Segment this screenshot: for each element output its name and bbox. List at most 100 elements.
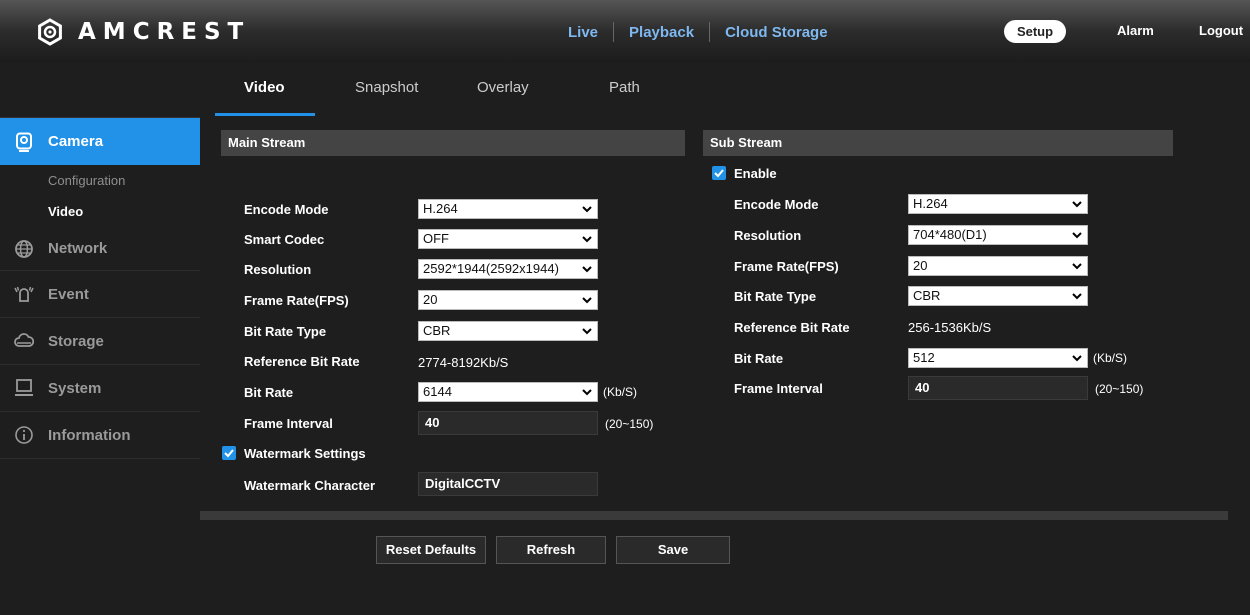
- camera-icon: [16, 132, 32, 152]
- system-monitor-icon: [15, 379, 33, 396]
- sub-resolution-label: Resolution: [734, 228, 802, 243]
- sidebar-item-network[interactable]: Network: [0, 227, 200, 271]
- watermark-character-input[interactable]: DigitalCCTV: [418, 472, 598, 496]
- sidebar-item-system[interactable]: System: [0, 365, 200, 412]
- chevron-down-icon: [1072, 232, 1082, 239]
- nav-playback[interactable]: Playback: [629, 24, 694, 41]
- sub-stream-enable-label: Enable: [734, 166, 777, 181]
- sub-stream-enable-checkbox[interactable]: [712, 166, 726, 180]
- tab-overlay[interactable]: Overlay: [477, 79, 529, 96]
- chevron-down-icon: [1072, 293, 1082, 300]
- sidebar-item-event[interactable]: Event: [0, 271, 200, 318]
- main-smart-codec-label: Smart Codec: [244, 232, 325, 247]
- main-resolution-label: Resolution: [244, 262, 312, 277]
- sub-frame-rate-select[interactable]: 20: [908, 256, 1088, 276]
- main-frame-interval-input[interactable]: 40: [418, 411, 598, 435]
- event-bell-icon: [14, 286, 34, 302]
- main-bit-rate-type-label: Bit Rate Type: [244, 324, 327, 339]
- logo-icon: [38, 18, 62, 46]
- sub-frame-interval-input[interactable]: 40: [908, 376, 1088, 400]
- top-bar: AMCREST Live Playback Cloud Storage Setu…: [0, 0, 1250, 62]
- alarm-link[interactable]: Alarm: [1117, 23, 1154, 38]
- watermark-character-label: Watermark Character: [244, 478, 376, 493]
- checkmark-icon: [714, 169, 724, 178]
- sub-encode-mode-label: Encode Mode: [734, 197, 819, 212]
- sub-frame-interval-label: Frame Interval: [734, 381, 823, 396]
- sidebar-item-label: System: [48, 379, 102, 397]
- sidebar-item-information[interactable]: Information: [0, 412, 200, 459]
- chevron-down-icon: [1072, 355, 1082, 362]
- chevron-down-icon: [582, 389, 592, 396]
- reset-defaults-button[interactable]: Reset Defaults: [376, 536, 486, 564]
- brand-name: AMCREST: [78, 19, 251, 45]
- sub-bit-rate-select[interactable]: 512: [908, 348, 1088, 368]
- select-value: OFF: [423, 231, 449, 246]
- main-stream-header: Main Stream: [221, 130, 685, 156]
- main-frame-rate-select[interactable]: 20: [418, 290, 598, 310]
- main-ref-bit-rate-label: Reference Bit Rate: [244, 354, 360, 369]
- sub-ref-bit-rate-label: Reference Bit Rate: [734, 320, 850, 335]
- information-icon: [15, 426, 33, 444]
- active-tab-indicator: [215, 113, 315, 116]
- sidebar-subitem-video[interactable]: Video: [0, 196, 200, 227]
- sidebar-item-label: Information: [48, 426, 131, 444]
- main-bit-rate-unit: (Kb/S): [603, 385, 638, 399]
- watermark-checkbox[interactable]: [222, 446, 236, 460]
- settings-panel: Video Snapshot Overlay Path Main Stream …: [200, 62, 1250, 615]
- tab-video[interactable]: Video: [244, 79, 285, 96]
- main-smart-codec-select[interactable]: OFF: [418, 229, 598, 249]
- tab-bar: Video Snapshot Overlay Path: [200, 62, 1250, 118]
- select-value: 6144: [423, 384, 452, 399]
- select-value: H.264: [423, 201, 458, 216]
- select-value: CBR: [913, 288, 941, 303]
- chevron-down-icon: [582, 266, 592, 273]
- main-encode-mode-select[interactable]: H.264: [418, 199, 598, 219]
- sidebar-item-storage[interactable]: Storage: [0, 318, 200, 365]
- nav-divider: [709, 22, 711, 42]
- tab-snapshot[interactable]: Snapshot: [355, 79, 418, 96]
- main-frame-interval-range: (20~150): [605, 417, 654, 431]
- select-value: 20: [913, 258, 928, 273]
- sub-resolution-select[interactable]: 704*480(D1): [908, 225, 1088, 245]
- main-ref-bit-rate-value: 2774-8192Kb/S: [418, 355, 509, 370]
- sidebar-subitem-configuration[interactable]: Configuration: [0, 165, 200, 196]
- footer-divider: [200, 511, 1228, 520]
- sub-ref-bit-rate-value: 256-1536Kb/S: [908, 320, 992, 335]
- main-frame-rate-label: Frame Rate(FPS): [244, 293, 349, 308]
- main-bit-rate-select[interactable]: 6144: [418, 382, 598, 402]
- select-value: CBR: [423, 323, 451, 338]
- chevron-down-icon: [1072, 263, 1082, 270]
- sidebar-item-label: Storage: [48, 332, 104, 350]
- nav-cloud-storage[interactable]: Cloud Storage: [725, 24, 828, 41]
- setup-button[interactable]: Setup: [1004, 20, 1066, 43]
- chevron-down-icon: [1072, 201, 1082, 208]
- main-nav: Live Playback Cloud Storage: [568, 22, 828, 42]
- chevron-down-icon: [582, 328, 592, 335]
- sidebar-item-label: Camera: [48, 133, 104, 150]
- logout-link[interactable]: Logout: [1199, 23, 1243, 38]
- select-value: 20: [423, 292, 438, 307]
- main-frame-interval-label: Frame Interval: [244, 416, 333, 431]
- sub-stream-header: Sub Stream: [703, 130, 1173, 156]
- sub-encode-mode-select[interactable]: H.264: [908, 194, 1088, 214]
- sub-bit-rate-type-label: Bit Rate Type: [734, 289, 817, 304]
- sidebar-item-camera[interactable]: Camera: [0, 118, 212, 165]
- network-globe-icon: [15, 239, 33, 258]
- refresh-button[interactable]: Refresh: [496, 536, 606, 564]
- sidebar-spacer: [0, 62, 200, 118]
- save-button[interactable]: Save: [616, 536, 730, 564]
- main-bit-rate-label: Bit Rate: [244, 385, 294, 400]
- checkmark-icon: [224, 449, 234, 458]
- chevron-down-icon: [582, 297, 592, 304]
- sub-bit-rate-type-select[interactable]: CBR: [908, 286, 1088, 306]
- chevron-down-icon: [582, 236, 592, 243]
- main-bit-rate-type-select[interactable]: CBR: [418, 321, 598, 341]
- amcrest-logo: AMCREST: [36, 18, 250, 46]
- select-value: 512: [913, 350, 935, 365]
- tab-path[interactable]: Path: [609, 79, 640, 96]
- main-resolution-select[interactable]: 2592*1944(2592x1944): [418, 259, 598, 279]
- select-value: H.264: [913, 196, 948, 211]
- select-value: 2592*1944(2592x1944): [423, 261, 559, 276]
- nav-live[interactable]: Live: [568, 24, 598, 41]
- nav-divider: [613, 22, 615, 42]
